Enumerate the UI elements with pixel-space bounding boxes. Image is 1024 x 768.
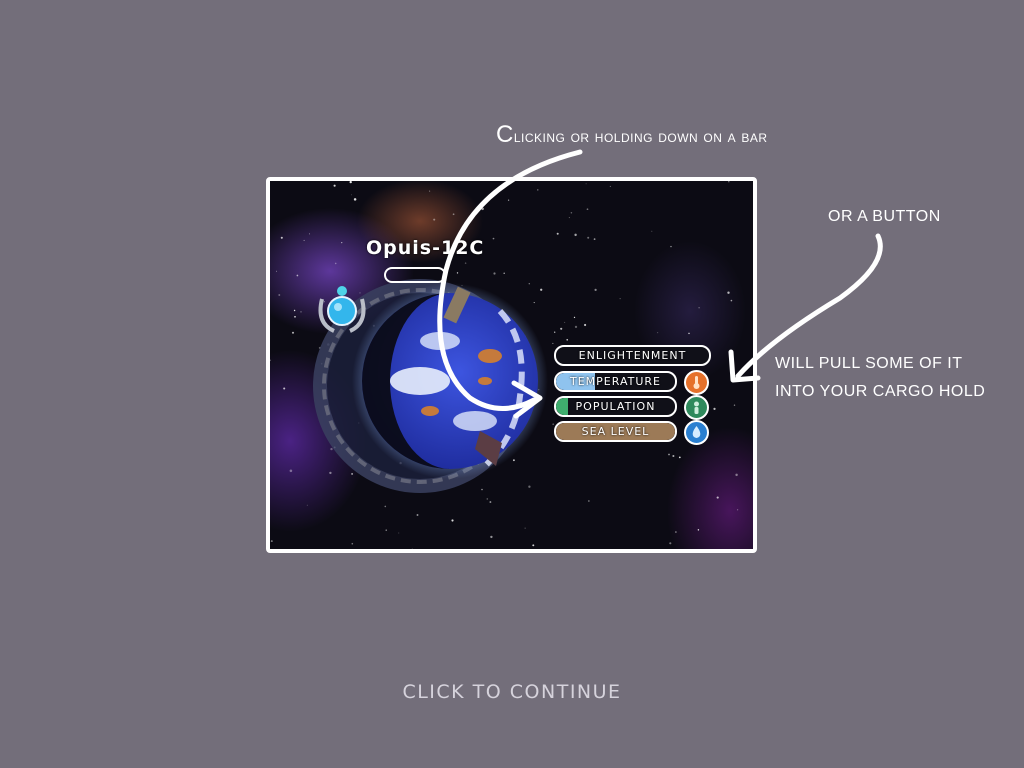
planet-name-bar [384,267,446,283]
note-text: licking or holding down on a bar [513,127,768,146]
sea-level-bar[interactable]: SEA LEVEL [554,421,677,442]
click-to-continue-button[interactable]: CLICK TO CONTINUE [0,681,1024,703]
person-icon [694,401,699,414]
tutorial-note-button: OR A BUTTON [828,208,941,225]
note-pull-line-2: INTO YOUR CARGO HOLD [775,383,986,400]
enlightenment-orb-icon [318,286,366,333]
tutorial-note-bar: Clicking or holding down on a bar [496,121,768,149]
temperature-button[interactable] [684,370,709,395]
drop-icon [692,426,701,438]
enlightenment-bar-label: ENLIGHTENMENT [578,349,687,362]
tutorial-note-pull: WILL PULL SOME OF IT INTO YOUR CARGO HOL… [775,350,985,406]
enlightenment-bar[interactable]: ENLIGHTENMENT [554,345,711,366]
thermometer-icon [693,376,700,389]
game-screenshot-frame: Opuis-12C ENLIGHTENMENT TEMPERATURE POPU… [266,177,757,553]
population-bar-label: POPULATION [575,400,656,413]
tutorial-screen[interactable]: Clicking or holding down on a bar OR A B… [0,0,1024,768]
temperature-bar[interactable]: TEMPERATURE [554,371,677,392]
note-initial: C [496,121,514,148]
population-button[interactable] [684,395,709,420]
temperature-bar-label: TEMPERATURE [570,375,661,388]
note-pull-line-1: WILL PULL SOME OF IT [775,355,963,372]
planet-name: Opuis-12C [366,237,485,259]
sea-level-bar-label: SEA LEVEL [581,425,650,438]
sea-level-button[interactable] [684,420,709,445]
population-bar[interactable]: POPULATION [554,396,677,417]
